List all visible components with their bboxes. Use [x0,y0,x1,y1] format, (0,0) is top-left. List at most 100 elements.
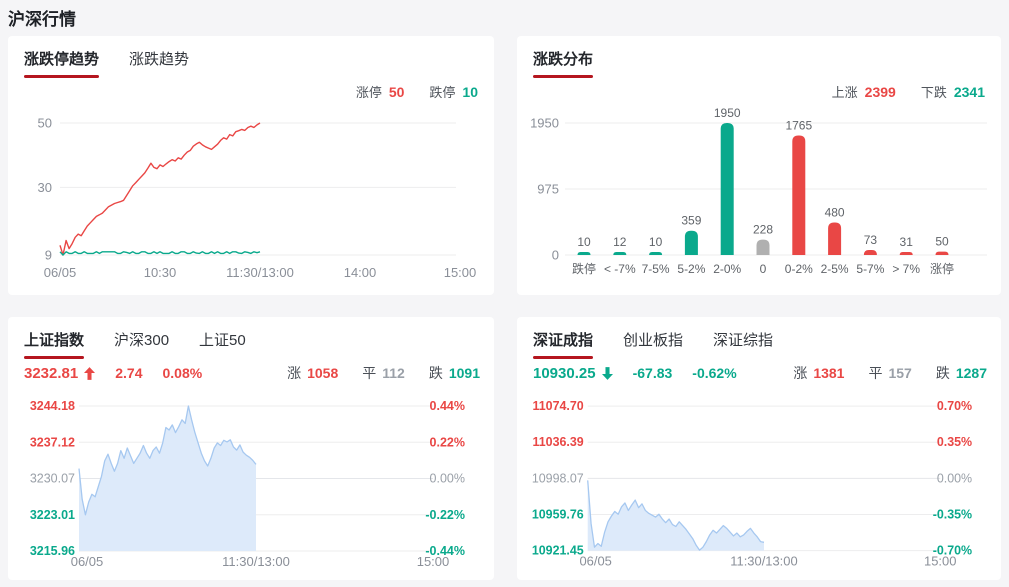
active-tab-underline [533,356,594,359]
limit-up-value: 50 [388,84,405,100]
panel-sse-index: 上证指数 沪深300 上证50 3232.81 2.74 0.08% 涨 105… [8,317,494,580]
svg-text:06/05: 06/05 [44,265,77,280]
svg-text:10921.45: 10921.45 [532,544,584,558]
tab-sse50[interactable]: 上证50 [199,329,246,359]
svg-text:-0.35%: -0.35% [933,507,972,521]
tab-distribution[interactable]: 涨跌分布 [533,48,594,78]
szse-change: -67.83 [632,365,673,381]
limit-trend-tabs: 涨跌停趋势 涨跌趋势 [24,48,189,78]
svg-text:3244.18: 3244.18 [30,399,75,413]
sse-decliners-count: 跌 1091 [428,365,480,381]
sse-tabs: 上证指数 沪深300 上证50 [24,329,246,359]
active-tab-underline [24,356,85,359]
sse-change: 2.74 [115,365,143,381]
svg-text:3230.07: 3230.07 [30,472,75,486]
distribution-tabs: 涨跌分布 [533,48,594,78]
limit-down-label: 跌停 [429,85,456,100]
tab-label: 涨跌停趋势 [24,51,100,68]
svg-text:0.44%: 0.44% [430,399,465,413]
tab-csi300[interactable]: 沪深300 [114,329,169,359]
panel-szse-index: 深证成指 创业板指 深证综指 10930.25 -67.83 -0.62% 涨 … [517,317,1001,580]
svg-text:1950: 1950 [530,116,559,131]
svg-text:11036.39: 11036.39 [533,435,584,449]
svg-text:12: 12 [613,235,627,249]
svg-text:0: 0 [760,262,767,276]
page-title: 沪深行情 [8,10,76,29]
szse-change-pct: -0.62% [692,365,737,381]
svg-text:7-5%: 7-5% [642,262,670,276]
tab-sse-index[interactable]: 上证指数 [24,329,85,359]
svg-text:10: 10 [577,235,591,249]
sse-stats-row: 3232.81 2.74 0.08% 涨 1058 平 112 跌 1091 [24,363,480,383]
svg-text:11:30/13:00: 11:30/13:00 [222,554,290,569]
svg-text:228: 228 [753,223,773,237]
distribution-legend: 上涨 2399 下跌 2341 [832,82,985,101]
tab-chinext[interactable]: 创业板指 [623,329,683,359]
decliners-value: 2341 [953,84,985,100]
svg-text:10: 10 [649,235,663,249]
svg-text:1765: 1765 [785,119,812,133]
szse-price: 10930.25 [533,365,613,382]
svg-text:30: 30 [38,180,52,195]
szse-unchanged-count: 平 157 [868,365,912,381]
svg-text:> 7%: > 7% [892,262,920,276]
svg-text:3237.12: 3237.12 [30,435,75,449]
svg-text:3223.01: 3223.01 [30,508,75,522]
tab-label: 创业板指 [623,332,684,349]
svg-text:31: 31 [900,235,914,249]
svg-text:359: 359 [681,214,701,228]
tab-label: 涨跌分布 [533,51,594,68]
svg-text:0.70%: 0.70% [937,399,972,413]
limit-trend-legend: 涨停 50 跌停 10 [356,82,478,101]
svg-text:10959.76: 10959.76 [532,507,584,521]
svg-text:06/05: 06/05 [579,554,611,569]
limit-down-value: 10 [462,84,478,100]
tab-szse-composite[interactable]: 深证综指 [713,329,773,359]
tab-label: 沪深300 [114,332,170,349]
active-tab-underline [24,75,100,78]
tab-label: 上证50 [199,332,246,349]
panel-limit-trend: 涨跌停趋势 涨跌趋势 涨停 50 跌停 10 50 30 9 06/05 10:30 11… [8,36,494,295]
svg-text:5-2%: 5-2% [677,262,705,276]
svg-text:11:30/13:00: 11:30/13:00 [226,265,294,280]
tab-up-down-trend[interactable]: 涨跌趋势 [129,48,189,78]
svg-text:跌停: 跌停 [572,261,596,276]
svg-text:1950: 1950 [714,106,741,120]
svg-text:15:00: 15:00 [417,554,450,569]
advancers-label: 上涨 [831,85,858,100]
market-dashboard: 沪深行情 涨跌停趋势 涨跌趋势 涨停 50 跌停 10 50 30 9 06/05 10… [0,0,1009,587]
limit-up-label: 涨停 [355,85,382,100]
svg-text:< -7%: < -7% [604,262,636,276]
svg-text:73: 73 [864,233,878,247]
tab-label: 上证指数 [24,332,85,349]
svg-text:15:00: 15:00 [924,554,956,569]
svg-text:0.22%: 0.22% [430,435,465,449]
svg-text:50: 50 [935,235,949,249]
tab-limit-up-down-trend[interactable]: 涨跌停趋势 [24,48,100,78]
svg-text:11074.70: 11074.70 [533,399,584,413]
tab-label: 深证成指 [533,332,594,349]
svg-text:10998.07: 10998.07 [532,471,584,485]
svg-text:15:00: 15:00 [444,265,477,280]
svg-text:0: 0 [552,248,559,263]
advancers-value: 2399 [864,84,896,100]
szse-stats-row: 10930.25 -67.83 -0.62% 涨 1381 平 157 跌 12… [533,363,987,383]
svg-text:14:00: 14:00 [344,265,377,280]
szse-advancers-count: 涨 1381 [793,365,845,381]
szse-decliners-count: 跌 1287 [935,365,987,381]
svg-text:975: 975 [537,182,559,197]
down-arrow-icon [601,366,613,380]
szse-tabs: 深证成指 创业板指 深证综指 [533,329,773,359]
svg-text:50: 50 [38,116,52,131]
svg-text:480: 480 [825,206,845,220]
sse-price: 3232.81 [24,365,96,382]
svg-text:3215.96: 3215.96 [30,544,75,558]
svg-text:10:30: 10:30 [144,265,177,280]
sse-change-pct: 0.08% [162,365,203,381]
svg-text:涨停: 涨停 [930,261,954,276]
svg-text:0.00%: 0.00% [937,471,972,485]
tab-szse-component[interactable]: 深证成指 [533,329,594,359]
svg-text:0.00%: 0.00% [430,472,465,486]
tab-label: 深证综指 [713,332,774,349]
svg-text:0-2%: 0-2% [785,262,813,276]
